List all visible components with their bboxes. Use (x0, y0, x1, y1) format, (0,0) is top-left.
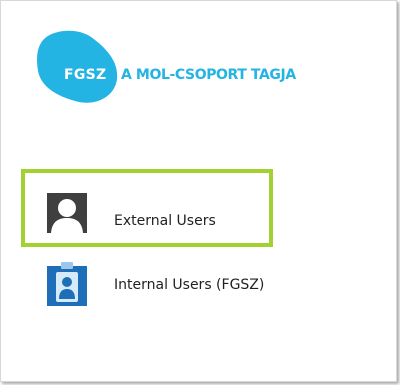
external-users-label: External Users (114, 213, 216, 229)
logo-badge-text: FGSZ (64, 67, 107, 83)
logo-tagline: A MOL-CSOPORT TAGJA (121, 67, 296, 83)
external-users-option[interactable]: External Users (21, 169, 273, 247)
login-provider-panel: FGSZ A MOL-CSOPORT TAGJA External Users … (0, 0, 397, 382)
user-silhouette-icon (47, 193, 87, 237)
id-badge-icon (47, 262, 87, 310)
company-logo: FGSZ A MOL-CSOPORT TAGJA (35, 27, 296, 107)
internal-users-label: Internal Users (FGSZ) (114, 277, 265, 293)
internal-users-option[interactable]: Internal Users (FGSZ) (21, 248, 273, 326)
